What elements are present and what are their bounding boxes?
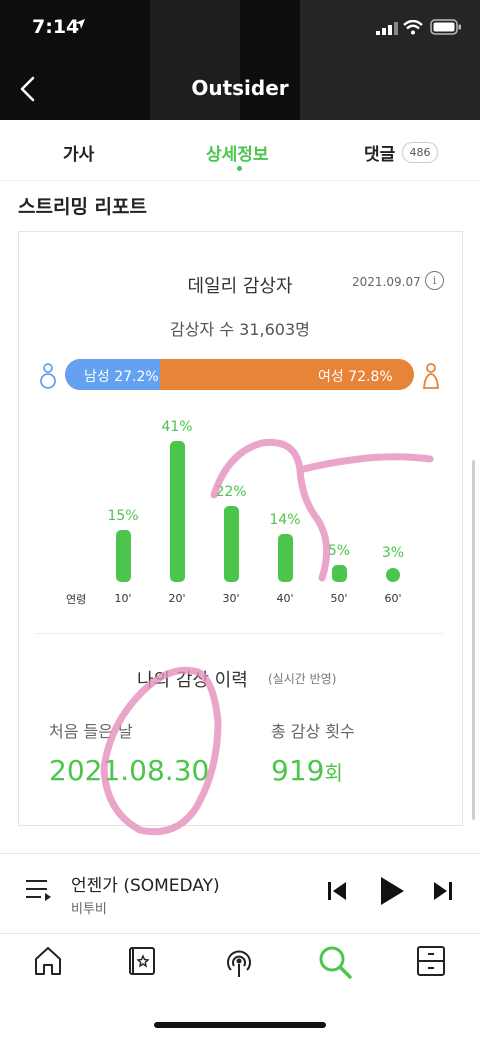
age-bar — [277, 533, 293, 582]
player-divider — [0, 853, 480, 854]
first-listen-label: 처음 들은 날 — [49, 722, 133, 741]
age-tick-label: 10' — [114, 592, 132, 605]
age-bar-value: 5% — [327, 542, 351, 559]
age-bar-value: 3% — [381, 545, 405, 561]
age-tick-label: 50' — [330, 592, 348, 605]
total-plays-number: 919 — [271, 754, 325, 787]
now-playing-title[interactable]: 언젠가 (SOMEDAY) — [71, 871, 220, 896]
first-listen-date: 2021.08.30 — [49, 754, 210, 787]
history-note: (실시간 반영) — [268, 672, 337, 686]
age-bar-value: 41% — [161, 419, 193, 435]
home-indicator — [154, 1022, 326, 1028]
age-bar-value: 22% — [215, 484, 247, 501]
history-title: 나의 감상 이력 — [137, 670, 248, 691]
age-bar-value: 14% — [269, 511, 301, 528]
storage-icon[interactable] — [415, 945, 447, 977]
playlist-icon[interactable] — [25, 878, 52, 902]
age-bar — [115, 530, 131, 582]
total-plays-label: 총 감상 횟수 — [271, 722, 355, 741]
home-icon[interactable] — [33, 945, 63, 977]
total-plays-value: 919회 — [271, 754, 343, 787]
age-tick-label: 30' — [222, 592, 240, 605]
age-bar-chart: 15% 10' 41% 20' 22% 30' 14% 40' 5% 50' 3% 60' — [0, 0, 480, 620]
age-axis-caption: 연령 — [66, 593, 87, 606]
search-icon[interactable] — [318, 945, 352, 979]
age-bar-value: 15% — [107, 508, 139, 525]
age-tick-label: 20' — [168, 592, 186, 605]
age-bar — [223, 506, 239, 582]
scrollbar[interactable] — [472, 460, 475, 820]
now-playing-artist[interactable]: 비투비 — [71, 898, 107, 917]
age-tick-label: 60' — [384, 592, 402, 605]
library-icon[interactable] — [127, 945, 159, 977]
podcast-icon[interactable] — [222, 945, 256, 979]
total-plays-unit: 회 — [324, 761, 343, 785]
card-divider — [35, 633, 444, 634]
age-bar — [385, 568, 400, 582]
play-icon[interactable] — [379, 876, 405, 906]
age-tick-label: 40' — [276, 592, 294, 605]
prev-icon[interactable] — [327, 880, 347, 902]
age-bar — [331, 564, 347, 582]
age-bar — [169, 441, 185, 582]
nav-divider — [0, 933, 480, 934]
next-icon[interactable] — [433, 880, 453, 902]
